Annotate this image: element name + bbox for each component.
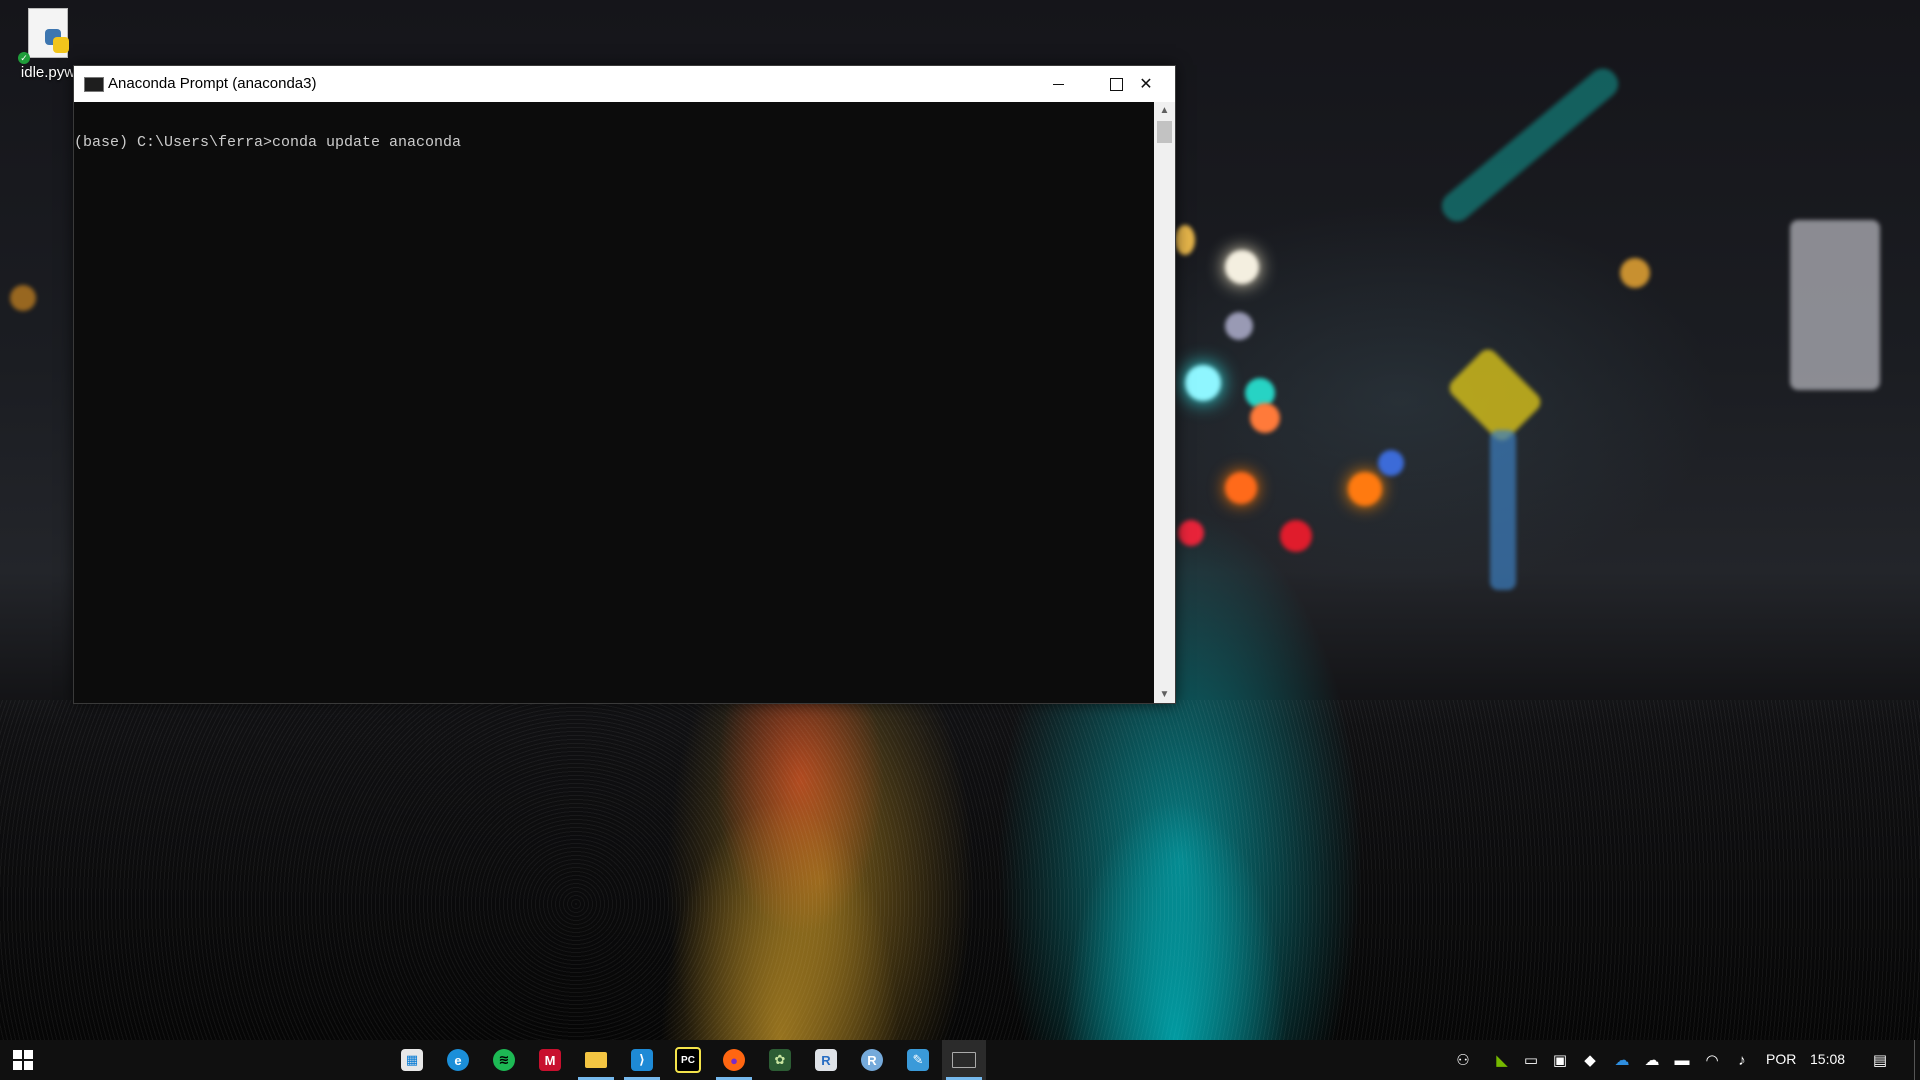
close-button[interactable]: ✕ [1117, 66, 1175, 102]
r-icon: R [815, 1049, 837, 1071]
display-icon[interactable]: ▭ [1521, 1049, 1541, 1071]
vscode-icon: ⟩ [631, 1049, 653, 1071]
wallpaper-light [1378, 450, 1404, 476]
store-icon: ▦ [401, 1049, 423, 1071]
console-app-icon [84, 77, 104, 92]
wallpaper-light [1225, 312, 1253, 340]
notepad-icon: ✎ [907, 1049, 929, 1071]
taskbar-app-rstudio[interactable]: R [850, 1040, 894, 1080]
anaconda-prompt-window[interactable]: Anaconda Prompt (anaconda3) ✕ (base) C:\… [73, 65, 1176, 704]
taskbar-app-pycharm[interactable]: PC [666, 1040, 710, 1080]
vertical-scrollbar[interactable]: ▲ ▼ [1154, 102, 1175, 703]
language-indicator[interactable]: POR [1766, 1051, 1796, 1067]
people-icon[interactable]: ⚇ [1453, 1049, 1473, 1071]
wallpaper-light [1490, 430, 1516, 590]
start-button[interactable] [0, 1040, 46, 1080]
taskbar-app-vscode[interactable]: ⟩ [620, 1040, 664, 1080]
wallpaper-light [1185, 365, 1221, 401]
show-desktop-button[interactable] [1914, 1040, 1915, 1080]
action-center-icon[interactable]: ▤ [1870, 1049, 1890, 1071]
window-titlebar[interactable]: Anaconda Prompt (anaconda3) ✕ [74, 66, 1175, 102]
scroll-down-icon[interactable]: ▼ [1154, 686, 1175, 703]
rstudio-icon: R [861, 1049, 883, 1071]
sync-check-icon: ✓ [18, 52, 30, 64]
volume-icon[interactable]: ♪ [1732, 1049, 1752, 1071]
minimize-icon [1052, 83, 1064, 85]
taskbar-app-r[interactable]: R [804, 1040, 848, 1080]
wallpaper-light [1178, 520, 1204, 546]
anaconda-icon: ✿ [769, 1049, 791, 1071]
wallpaper-light [1348, 472, 1382, 506]
wifi-icon[interactable]: ◠ [1702, 1049, 1722, 1071]
edge-icon: e [447, 1049, 469, 1071]
wallpaper-light [1620, 258, 1650, 288]
wallpaper-light [1790, 220, 1880, 390]
scroll-thumb[interactable] [1157, 121, 1172, 143]
wallpaper-light [1225, 250, 1259, 284]
taskbar: ▦ e ≋ M ⟩ PC ● ✿ R R ✎ ⚇ ◣ ▭ ▣ ◆ ☁ ☁ ▬ ◠… [0, 1040, 1920, 1080]
onedrive-icon[interactable]: ☁ [1612, 1049, 1632, 1071]
taskbar-app-firefox[interactable]: ● [712, 1040, 756, 1080]
minimize-button[interactable] [1029, 66, 1087, 102]
wallpaper-road [0, 700, 1920, 1040]
wallpaper-light [1436, 62, 1624, 228]
mendeley-icon: M [539, 1049, 561, 1071]
wallpaper-light [1250, 403, 1280, 433]
window-title: Anaconda Prompt (anaconda3) [108, 75, 317, 92]
close-icon: ✕ [1139, 76, 1153, 93]
scroll-up-icon[interactable]: ▲ [1154, 102, 1175, 119]
nvidia-icon[interactable]: ◣ [1492, 1049, 1512, 1071]
windows-logo-icon [13, 1050, 33, 1070]
tablet-icon[interactable]: ▣ [1550, 1049, 1570, 1071]
taskbar-app-file-explorer[interactable] [574, 1040, 618, 1080]
python-file-icon [28, 8, 69, 58]
taskbar-app-anaconda-navigator[interactable]: ✿ [758, 1040, 802, 1080]
taskbar-app-microsoft-store[interactable]: ▦ [390, 1040, 434, 1080]
wallpaper-light [1175, 225, 1195, 255]
battery-icon[interactable]: ▬ [1672, 1049, 1692, 1071]
onedrive-personal-icon[interactable]: ☁ [1642, 1049, 1662, 1071]
taskbar-app-spotify[interactable]: ≋ [482, 1040, 526, 1080]
dropbox-icon[interactable]: ◆ [1580, 1049, 1600, 1071]
taskbar-app-notepad[interactable]: ✎ [896, 1040, 940, 1080]
spotify-icon: ≋ [493, 1049, 515, 1071]
wallpaper-light [1280, 520, 1312, 552]
wallpaper-light [10, 285, 36, 311]
taskbar-app-edge[interactable]: e [436, 1040, 480, 1080]
taskbar-app-mendeley[interactable]: M [528, 1040, 572, 1080]
folder-icon [585, 1052, 607, 1068]
firefox-icon: ● [723, 1049, 745, 1071]
wallpaper-light [1225, 472, 1257, 504]
clock-time[interactable]: 15:08 [1810, 1051, 1845, 1067]
console-output[interactable]: (base) C:\Users\ferra>conda update anaco… [74, 102, 1154, 703]
taskbar-app-anaconda-prompt[interactable] [942, 1040, 986, 1080]
console-line: (base) C:\Users\ferra>conda update anaco… [74, 134, 462, 151]
console-icon [952, 1052, 976, 1068]
pycharm-icon: PC [675, 1047, 701, 1073]
